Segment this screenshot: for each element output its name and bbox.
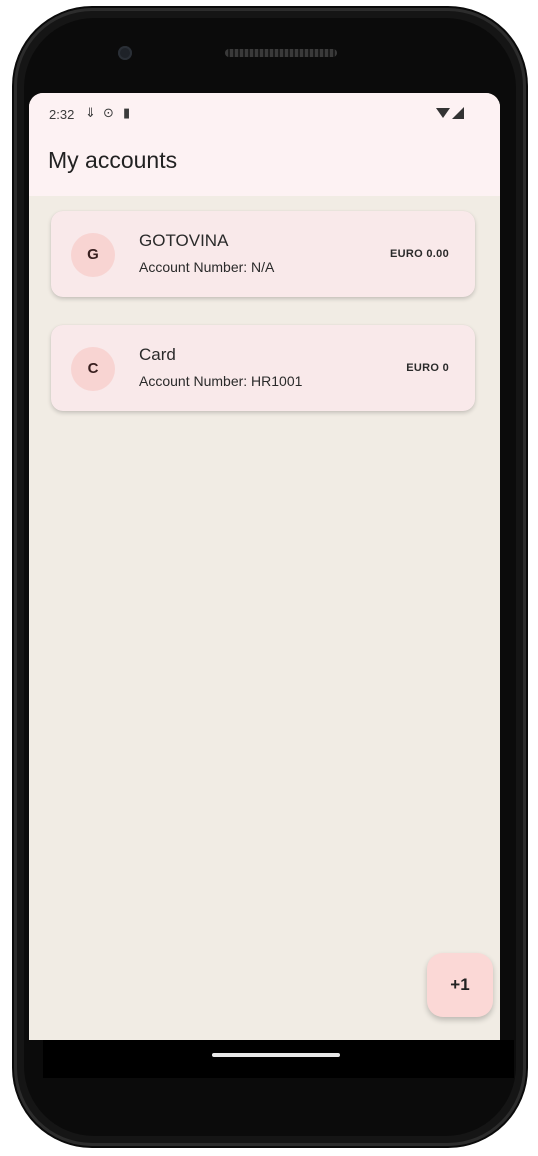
home-indicator[interactable] <box>212 1053 340 1057</box>
avatar: C <box>71 347 115 391</box>
front-camera <box>118 46 132 60</box>
account-card-gotovina[interactable]: G GOTOVINA Account Number: N/A EURO 0.00 <box>51 211 475 297</box>
account-number: Account Number: N/A <box>139 259 275 275</box>
account-name: GOTOVINA <box>139 231 229 250</box>
page-title: My accounts <box>48 147 178 173</box>
earpiece-speaker <box>225 49 337 57</box>
account-balance: EURO 0 <box>406 362 449 374</box>
account-balance: EURO 0.00 <box>390 248 449 260</box>
sync-icon: ⊙ <box>103 105 114 120</box>
account-name: Card <box>139 345 176 364</box>
account-card-card[interactable]: C Card Account Number: HR1001 EURO 0 <box>51 325 475 411</box>
clipboard-icon: ▮ <box>123 105 131 120</box>
avatar: G <box>71 233 115 277</box>
download-icon: ⇓ <box>85 105 96 120</box>
status-bar: 2:32 ⇓ ⊙ ▮ <box>29 93 500 133</box>
account-number: Account Number: HR1001 <box>139 373 303 389</box>
navigation-bar <box>43 1040 514 1078</box>
signal-icon <box>452 107 464 119</box>
top-app-bar: My accounts <box>29 133 500 196</box>
status-time: 2:32 <box>49 107 75 122</box>
add-account-button[interactable]: +1 <box>427 953 493 1017</box>
app-screen: 2:32 ⇓ ⊙ ▮ My accounts G GOTOVINA Accoun… <box>29 93 500 1040</box>
wifi-icon <box>436 108 450 118</box>
